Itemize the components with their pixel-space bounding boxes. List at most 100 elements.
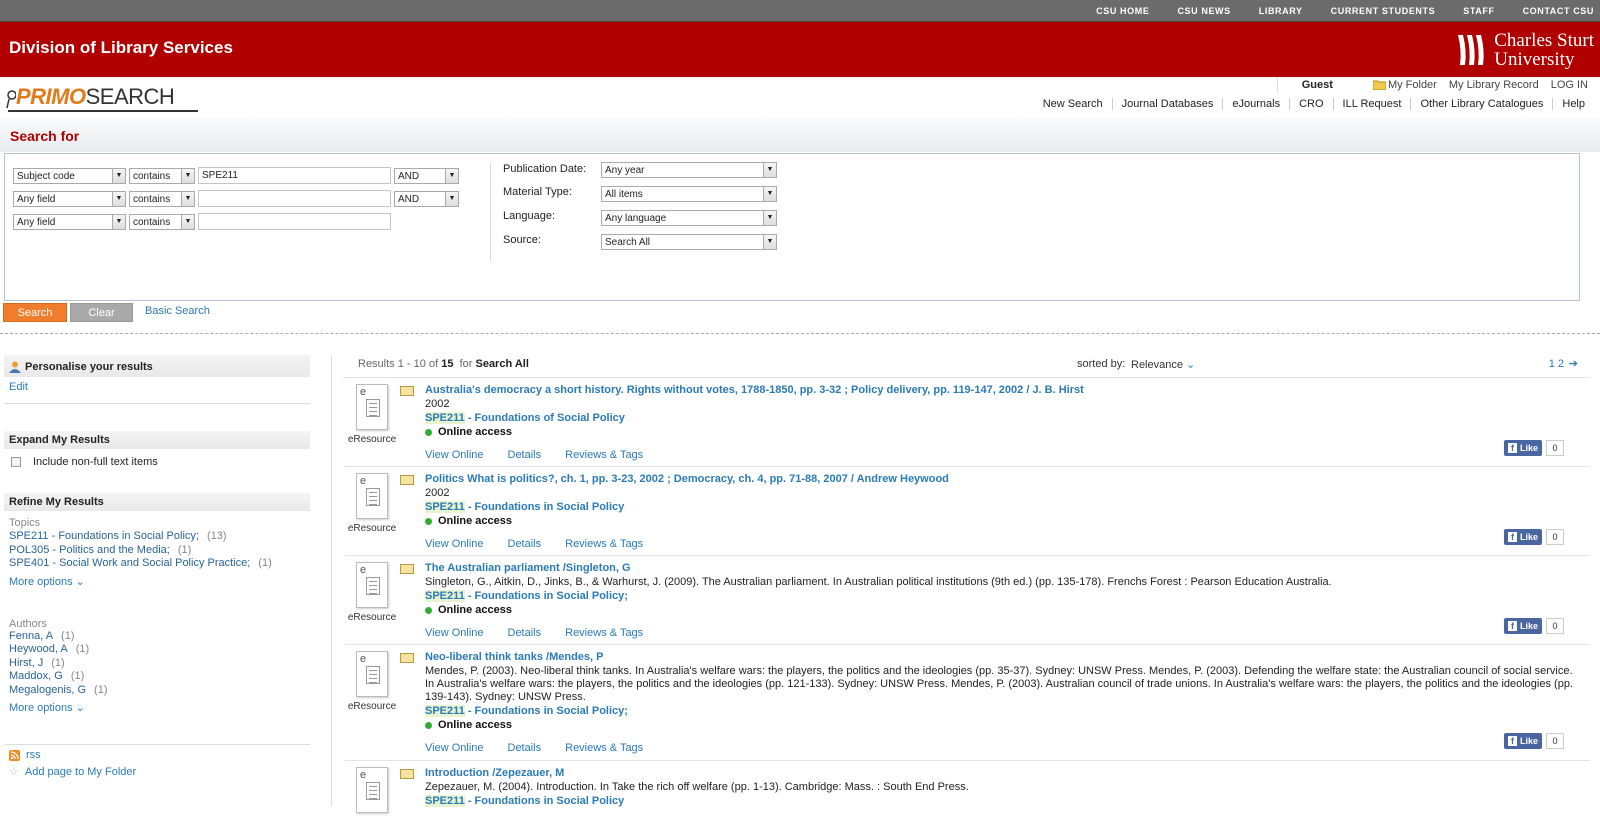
include-checkbox[interactable] (11, 457, 21, 467)
record-title[interactable]: Introduction /Zepezauer, M (425, 767, 564, 779)
tab-reviews-tags[interactable]: Reviews & Tags (565, 742, 643, 754)
author-link[interactable]: Heywood, A (9, 643, 68, 655)
record-subject[interactable]: SPE211 - Foundations in Social Policy; (425, 590, 628, 602)
basic-search-link[interactable]: Basic Search (145, 305, 210, 317)
tab-reviews-tags[interactable]: Reviews & Tags (565, 449, 643, 461)
document-icon[interactable]: e (356, 473, 388, 519)
edit-link[interactable]: Edit (9, 381, 28, 393)
list-item[interactable]: Hirst, J (1) (9, 657, 305, 671)
author-link[interactable]: Megalogenis, G (9, 684, 86, 696)
record-title[interactable]: Australia's democracy a short history. R… (425, 384, 1084, 396)
topic-link[interactable]: POL305 - Politics and the Media; (9, 544, 170, 556)
operator-select-3[interactable]: contains ▼ (129, 214, 195, 230)
field-select-3[interactable]: Any field ▼ (13, 214, 126, 230)
material-type-select[interactable]: All items ▼ (601, 186, 777, 202)
topic-link[interactable]: SPE211 - Foundations in Social Policy; (9, 530, 199, 542)
facebook-like[interactable]: f Like 0 (1503, 529, 1564, 545)
list-item[interactable]: SPE211 - Foundations in Social Policy; (1… (9, 530, 305, 544)
search-term-input-2[interactable] (198, 190, 391, 207)
login-link[interactable]: LOG IN (1551, 79, 1588, 91)
tab-details[interactable]: Details (508, 449, 542, 461)
add-to-folder-icon[interactable] (400, 564, 414, 574)
pagination[interactable]: 1 2 (1549, 358, 1564, 370)
search-button[interactable]: Search (3, 303, 67, 322)
operator-select-1[interactable]: contains ▼ (129, 168, 195, 184)
language-label: Language: (503, 210, 555, 222)
record-subject[interactable]: SPE211 - Foundations in Social Policy (425, 795, 624, 807)
link-ejournals[interactable]: eJournals (1222, 98, 1289, 110)
link-other-catalogues[interactable]: Other Library Catalogues (1410, 98, 1552, 110)
link-journal-databases[interactable]: Journal Databases (1111, 98, 1223, 110)
tab-details[interactable]: Details (508, 742, 542, 754)
tab-reviews-tags[interactable]: Reviews & Tags (565, 538, 643, 550)
record-subject[interactable]: SPE211 - Foundations in Social Policy; (425, 705, 628, 717)
record-subject[interactable]: SPE211 - Foundations of Social Policy (425, 412, 625, 424)
list-item[interactable]: Heywood, A (1) (9, 643, 305, 657)
tab-view-online[interactable]: View Online (425, 742, 484, 754)
nav-staff[interactable]: STAFF (1463, 6, 1494, 16)
tab-view-online[interactable]: View Online (425, 627, 484, 639)
author-link[interactable]: Maddox, G (9, 670, 63, 682)
document-icon[interactable]: e (356, 767, 388, 813)
more-options-topics[interactable]: More options ⌄ (9, 575, 305, 588)
nav-current-students[interactable]: CURRENT STUDENTS (1331, 6, 1436, 16)
link-ill-request[interactable]: ILL Request (1332, 98, 1411, 110)
primo-search-logo[interactable]: PRIMO SEARCH (6, 82, 198, 112)
rss-row[interactable]: rss (4, 745, 310, 761)
topic-link[interactable]: SPE401 - Social Work and Social Policy P… (9, 557, 250, 569)
add-to-folder-icon[interactable] (400, 475, 414, 485)
tab-view-online[interactable]: View Online (425, 538, 484, 550)
boolean-select-1[interactable]: AND ▼ (394, 168, 459, 184)
rss-link[interactable]: rss (26, 749, 41, 761)
nav-contact-csu[interactable]: CONTACT CSU (1523, 6, 1594, 16)
document-icon[interactable]: e (356, 562, 388, 608)
record-title[interactable]: Politics What is politics?, ch. 1, pp. 3… (425, 473, 949, 485)
link-new-search[interactable]: New Search (1034, 98, 1112, 110)
language-select[interactable]: Any language ▼ (601, 210, 777, 226)
add-to-folder-icon[interactable] (400, 653, 414, 663)
document-icon[interactable]: e (356, 384, 388, 430)
list-item[interactable]: POL305 - Politics and the Media; (1) (9, 544, 305, 558)
sort-select[interactable]: Relevance ⌄ (1131, 358, 1195, 371)
list-item[interactable]: SPE401 - Social Work and Social Policy P… (9, 557, 305, 571)
add-to-folder-icon[interactable] (400, 386, 414, 396)
author-link[interactable]: Fenna, A (9, 630, 53, 642)
clear-button[interactable]: Clear (70, 303, 133, 322)
operator-select-2[interactable]: contains ▼ (129, 191, 195, 207)
my-folder-link[interactable]: My Folder (1372, 79, 1437, 91)
add-page-link[interactable]: Add page to My Folder (25, 766, 136, 778)
list-item[interactable]: Megalogenis, G (1) (9, 684, 305, 698)
record-title[interactable]: Neo-liberal think tanks /Mendes, P (425, 651, 604, 663)
list-item[interactable]: Fenna, A (1) (9, 630, 305, 644)
facebook-like[interactable]: f Like 0 (1503, 733, 1564, 749)
tab-reviews-tags[interactable]: Reviews & Tags (565, 627, 643, 639)
facebook-like[interactable]: f Like 0 (1503, 618, 1564, 634)
next-arrow-icon[interactable]: ➔ (1569, 357, 1578, 370)
tab-view-online[interactable]: View Online (425, 449, 484, 461)
field-select-1[interactable]: Subject code ▼ (13, 168, 126, 184)
csu-logo[interactable]: Charles Sturt University (1456, 28, 1594, 72)
boolean-select-2[interactable]: AND ▼ (394, 191, 459, 207)
publication-date-select[interactable]: Any year ▼ (601, 162, 777, 178)
nav-csu-home[interactable]: CSU HOME (1096, 6, 1149, 16)
source-select[interactable]: Search All ▼ (601, 234, 777, 250)
search-term-input-3[interactable] (198, 213, 391, 230)
nav-library[interactable]: LIBRARY (1259, 6, 1303, 16)
field-select-2[interactable]: Any field ▼ (13, 191, 126, 207)
my-library-record-link[interactable]: My Library Record (1449, 79, 1539, 91)
link-cro[interactable]: CRO (1289, 98, 1332, 110)
document-icon[interactable]: e (356, 651, 388, 697)
record-title[interactable]: The Australian parliament /Singleton, G (425, 562, 631, 574)
author-link[interactable]: Hirst, J (9, 657, 43, 669)
add-page-row[interactable]: ☆ Add page to My Folder (4, 761, 310, 779)
add-to-folder-icon[interactable] (400, 769, 414, 779)
facebook-like[interactable]: f Like 0 (1503, 440, 1564, 456)
record-subject[interactable]: SPE211 - Foundations in Social Policy (425, 501, 624, 513)
link-help[interactable]: Help (1552, 98, 1594, 110)
search-term-input-1[interactable]: SPE211 (198, 167, 391, 184)
list-item[interactable]: Maddox, G (1) (9, 670, 305, 684)
more-options-authors[interactable]: More options ⌄ (9, 701, 305, 714)
tab-details[interactable]: Details (508, 627, 542, 639)
nav-csu-news[interactable]: CSU NEWS (1177, 6, 1230, 16)
tab-details[interactable]: Details (508, 538, 542, 550)
